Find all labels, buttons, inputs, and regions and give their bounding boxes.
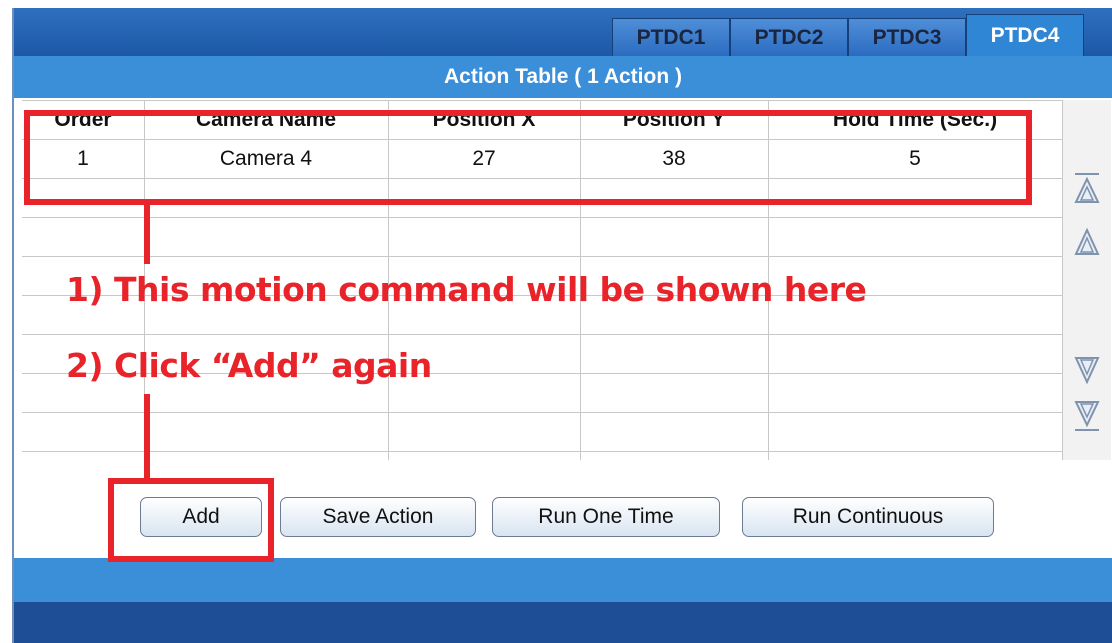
scroll-down-icon[interactable] [1073, 352, 1101, 386]
annotation-step2-text: 2) Click “Add” again [66, 346, 432, 385]
annotation-connector-line-2 [144, 394, 150, 480]
highlight-add-button-box [108, 478, 274, 562]
tab-bar: PTDC1 PTDC2 PTDC3 PTDC4 [14, 8, 1112, 56]
run-continuous-button[interactable]: Run Continuous [742, 497, 994, 537]
annotation-step1-text: 1) This motion command will be shown her… [66, 270, 867, 309]
run-one-time-button[interactable]: Run One Time [492, 497, 720, 537]
scroll-bottom-icon[interactable] [1073, 398, 1101, 432]
tab-ptdc3[interactable]: PTDC3 [848, 18, 966, 56]
scroll-top-icon[interactable] [1073, 172, 1101, 206]
annotation-connector-line [144, 204, 150, 264]
action-table-title: Action Table ( 1 Action ) [14, 56, 1112, 98]
tab-ptdc4[interactable]: PTDC4 [966, 14, 1084, 56]
table-scrollbar[interactable] [1062, 100, 1111, 460]
scroll-up-icon[interactable] [1073, 226, 1101, 260]
status-bar [14, 558, 1112, 602]
highlight-table-row-box [24, 110, 1032, 205]
tab-ptdc1[interactable]: PTDC1 [612, 18, 730, 56]
tab-ptdc2[interactable]: PTDC2 [730, 18, 848, 56]
save-action-button[interactable]: Save Action [280, 497, 476, 537]
bottom-bar [14, 602, 1112, 643]
